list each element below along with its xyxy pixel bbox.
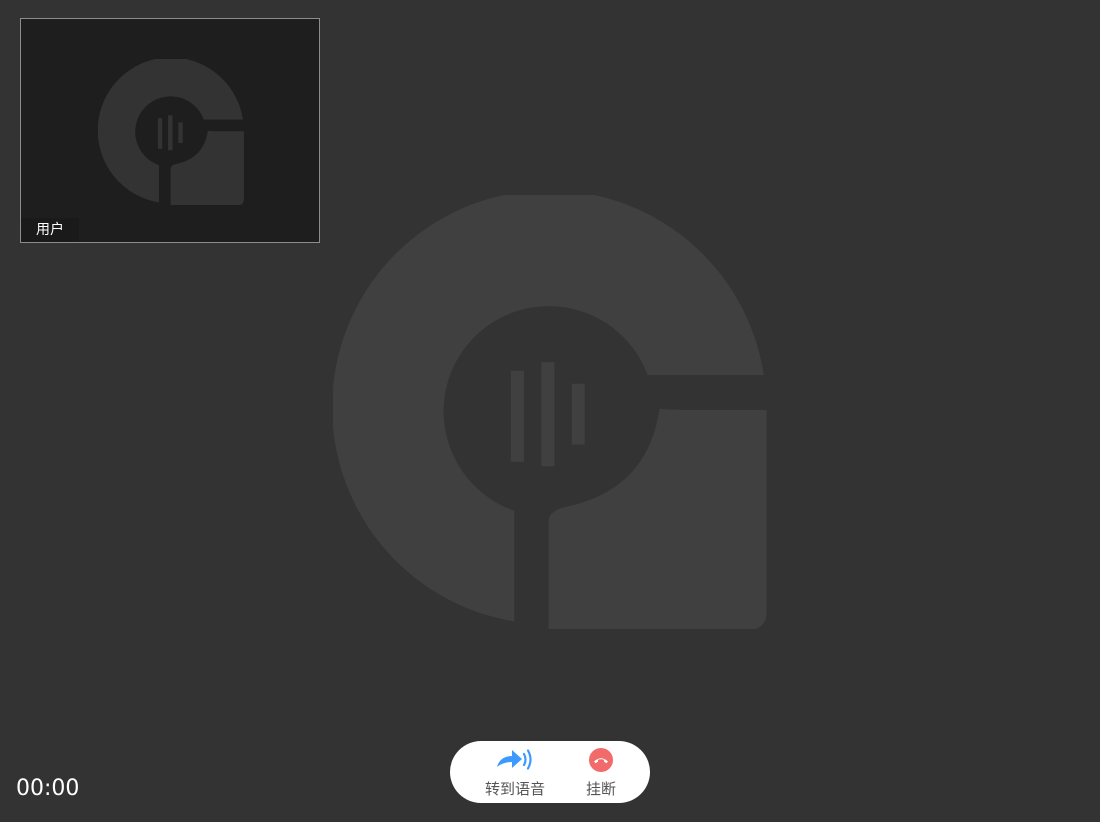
switch-to-voice-icon	[497, 749, 532, 770]
switch-to-voice-label: 转到语音	[484, 780, 545, 798]
participant-name-label: 用户	[21, 218, 79, 242]
placeholder-logo	[333, 195, 767, 629]
video-call-window: 用户 00:00 转到语音 挂断	[0, 0, 1100, 822]
placeholder-logo	[98, 59, 244, 205]
hangup-icon	[589, 748, 613, 772]
local-video-preview[interactable]: 用户	[20, 18, 320, 243]
call-controls-bar: 转到语音 挂断	[450, 741, 650, 803]
call-timer: 00:00	[16, 776, 80, 801]
switch-to-voice-button[interactable]: 转到语音	[474, 741, 556, 803]
hangup-button[interactable]: 挂断	[574, 741, 628, 803]
hangup-label: 挂断	[585, 780, 616, 798]
